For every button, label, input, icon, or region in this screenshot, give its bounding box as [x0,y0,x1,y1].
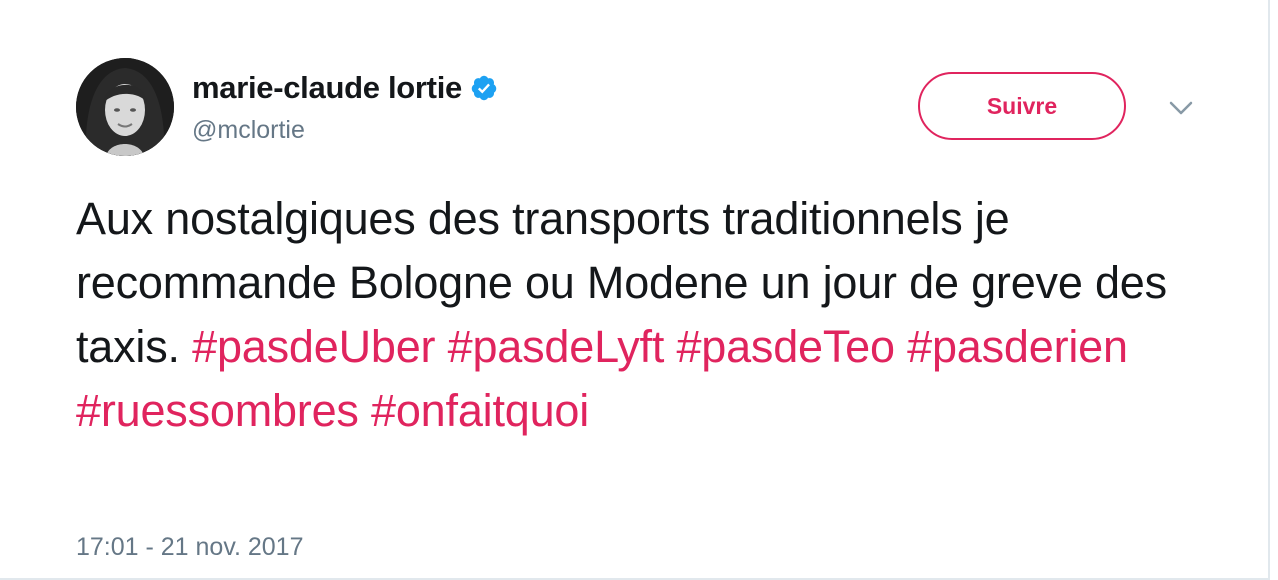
hashtag-link[interactable]: #pasdeLyft [448,321,665,372]
chevron-down-icon[interactable] [1166,96,1196,120]
avatar[interactable] [76,58,174,156]
tweet-card: marie-claude lortie @mclortie Suivre Aux… [0,0,1270,580]
avatar-photo-icon [76,58,174,156]
follow-button[interactable]: Suivre [918,72,1126,140]
tweet-text: Aux nostalgiques des transports traditio… [76,187,1226,443]
verified-badge-icon [470,74,498,102]
display-name[interactable]: marie-claude lortie [192,70,462,106]
user-handle[interactable]: @mclortie [192,116,305,145]
hashtag-link[interactable]: #pasderien [907,321,1128,372]
hashtag-link[interactable]: #pasdeTeo [676,321,895,372]
hashtag-link[interactable]: #ruessombres [76,385,359,436]
tweet-timestamp[interactable]: 17:01 - 21 nov. 2017 [76,533,304,562]
author-name-row[interactable]: marie-claude lortie [192,70,498,106]
hashtag-link[interactable]: #onfaitquoi [371,385,589,436]
hashtag-link[interactable]: #pasdeUber [192,321,435,372]
